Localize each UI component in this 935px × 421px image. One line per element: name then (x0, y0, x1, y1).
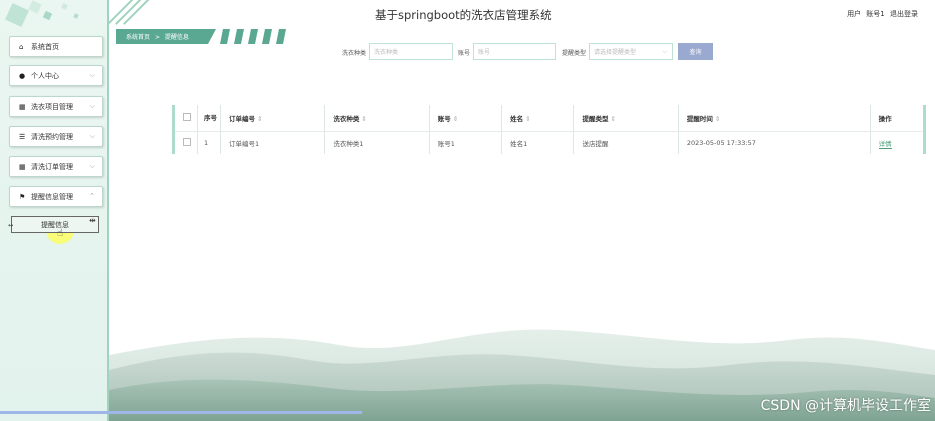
submenu-item-reminder-info[interactable]: 提醒信息 (11, 216, 99, 233)
cell-remind-time: 2023-05-05 17:33:57 (678, 131, 871, 154)
watermark: CSDN @计算机毕设工作室 (760, 398, 931, 414)
flag-icon: ⚑ (19, 192, 26, 201)
chevron-down-icon: ⌵ (89, 132, 95, 140)
resize-arrow-icon: ↔ (8, 222, 14, 229)
sort-icon: ⇕ (361, 115, 367, 123)
breadcrumb: 系统首页 > 提醒信息 (116, 29, 296, 44)
col-type-label: 洗衣种类 (333, 115, 360, 123)
col-index: 序号 (197, 105, 221, 132)
hand-cursor-icon: ☝ (57, 228, 64, 239)
sort-icon: ⇕ (610, 115, 616, 123)
breadcrumb-separator: > (154, 34, 160, 41)
breadcrumb-home[interactable]: 系统首页 (126, 34, 150, 41)
search-remind-select[interactable]: 请选择提醒类型 ⌵ (589, 43, 673, 60)
chevron-down-icon: ⌵ (89, 162, 95, 170)
sidebar-item-laundry-project[interactable]: ▦ 洗衣项目管理 ⌵ (9, 96, 103, 117)
sort-icon: ⇕ (452, 115, 459, 123)
page-title: 基于springboot的洗衣店管理系统 (375, 8, 552, 22)
search-type-placeholder: 洗衣种类 (374, 49, 399, 56)
col-remind-time[interactable]: 提醒时间 ⇕ (678, 105, 871, 132)
list-icon: ☰ (19, 132, 26, 141)
home-icon: ⌂ (19, 42, 24, 51)
sort-icon: ⇕ (525, 115, 531, 123)
col-order-no-label: 订单编号 (229, 115, 255, 123)
search-type-label: 洗衣种类 (342, 50, 367, 57)
cell-order-no: 订单编号1 (220, 131, 326, 154)
user-icon: ● (19, 71, 26, 80)
sidebar-item-label: 清洗预约管理 (31, 132, 73, 141)
sidebar-item-home[interactable]: ⌂ 系统首页 (9, 36, 103, 57)
breadcrumb-current: 提醒信息 (164, 34, 189, 41)
data-table: 序号 订单编号 ⇕ 洗衣种类 ⇕ 账号 ⇕ 姓名 ⇕ 提醒类型 ⇕ 提醒时间 ⇕ 操作 1 … (172, 105, 926, 154)
cell-action: 详情 (870, 132, 923, 155)
detail-link[interactable]: 详情 (878, 140, 892, 149)
table-header-row: 序号 订单编号 ⇕ 洗衣种类 ⇕ 账号 ⇕ 姓名 ⇕ 提醒类型 ⇕ 提醒时间 ⇕ 操作 (175, 105, 923, 132)
row-checkbox-cell (175, 131, 198, 154)
col-order-no[interactable]: 订单编号 ⇕ (220, 105, 326, 132)
sidebar-item-reminder[interactable]: ⚑ 提醒信息管理 ⌃ (9, 186, 103, 207)
breadcrumb-stripe (248, 29, 258, 44)
breadcrumb-stripe (276, 29, 286, 44)
header-decoration (109, 0, 169, 30)
sidebar: ⌂ 系统首页 ● 个人中心 ⌵ ▦ 洗衣项目管理 ⌵ ☰ 清洗预约管理 ⌵ ▦ … (0, 0, 109, 421)
sidebar-item-label: 提醒信息管理 (31, 192, 73, 201)
select-all-checkbox-cell (175, 105, 198, 132)
username: 账号1 (866, 10, 885, 18)
user-label: 用户 (847, 10, 862, 18)
col-remind-type[interactable]: 提醒类型 ⇕ (573, 105, 679, 132)
cell-index: 1 (197, 131, 221, 154)
sort-icon: ⇕ (714, 115, 721, 123)
sidebar-item-cleaning-booking[interactable]: ☰ 清洗预约管理 ⌵ (9, 126, 103, 147)
sidebar-item-cleaning-order[interactable]: ▦ 清洗订单管理 ⌵ (9, 156, 103, 177)
breadcrumb-text: 系统首页 > 提醒信息 (126, 32, 189, 41)
col-action: 操作 (870, 105, 923, 132)
cell-type: 洗衣种类1 (324, 131, 430, 154)
search-button[interactable]: 查询 (678, 43, 713, 60)
breadcrumb-stripe (262, 29, 272, 44)
grid-icon: ▦ (19, 102, 26, 111)
cell-name: 姓名1 (501, 131, 575, 154)
logout-link[interactable]: 退出登录 (890, 10, 918, 18)
search-type-input[interactable]: 洗衣种类 (369, 43, 453, 60)
search-remind-placeholder: 请选择提醒类型 (594, 49, 637, 56)
grid-icon: ▦ (19, 162, 26, 171)
horizontal-scrollbar[interactable] (0, 411, 362, 414)
table-row: 1 订单编号1 洗衣种类1 账号1 姓名1 送店提醒 2023-05-05 17… (175, 131, 923, 155)
search-account-label: 账号 (458, 50, 471, 57)
chevron-down-icon: ⌵ (662, 48, 667, 55)
breadcrumb-stripe (234, 29, 244, 44)
sidebar-item-label: 清洗订单管理 (31, 162, 73, 171)
col-type[interactable]: 洗衣种类 ⇕ (324, 105, 430, 132)
search-account-input[interactable]: 账号 (473, 43, 556, 60)
col-remind-time-label: 提醒时间 (686, 115, 713, 123)
resize-arrow-icon: ⇹ (89, 216, 96, 225)
chevron-down-icon: ⌵ (89, 71, 95, 79)
col-remind-type-label: 提醒类型 (582, 115, 609, 123)
submenu-item-label: 提醒信息 (41, 220, 69, 229)
logo-decoration (0, 0, 109, 34)
breadcrumb-stripe (220, 29, 230, 44)
sidebar-item-personal-center[interactable]: ● 个人中心 ⌵ (9, 65, 103, 86)
col-account[interactable]: 账号 ⇕ (429, 105, 503, 132)
select-all-checkbox[interactable] (183, 113, 191, 121)
sidebar-item-label: 个人中心 (31, 71, 59, 80)
cell-account: 账号1 (429, 131, 503, 154)
user-info: 用户 账号1 退出登录 (844, 9, 918, 19)
chevron-up-icon: ⌃ (89, 192, 95, 200)
cell-remind-type: 送店提醒 (573, 131, 679, 154)
sidebar-item-label: 洗衣项目管理 (31, 102, 73, 111)
sidebar-item-label: 系统首页 (31, 42, 59, 51)
search-remind-label: 提醒类型 (562, 50, 587, 57)
sort-icon: ⇕ (257, 115, 263, 123)
col-name-label: 姓名 (510, 115, 524, 123)
search-account-placeholder: 账号 (478, 49, 491, 56)
chevron-down-icon: ⌵ (89, 102, 95, 110)
col-account-label: 账号 (437, 115, 451, 123)
col-name[interactable]: 姓名 ⇕ (501, 105, 575, 132)
row-checkbox[interactable] (183, 138, 191, 146)
